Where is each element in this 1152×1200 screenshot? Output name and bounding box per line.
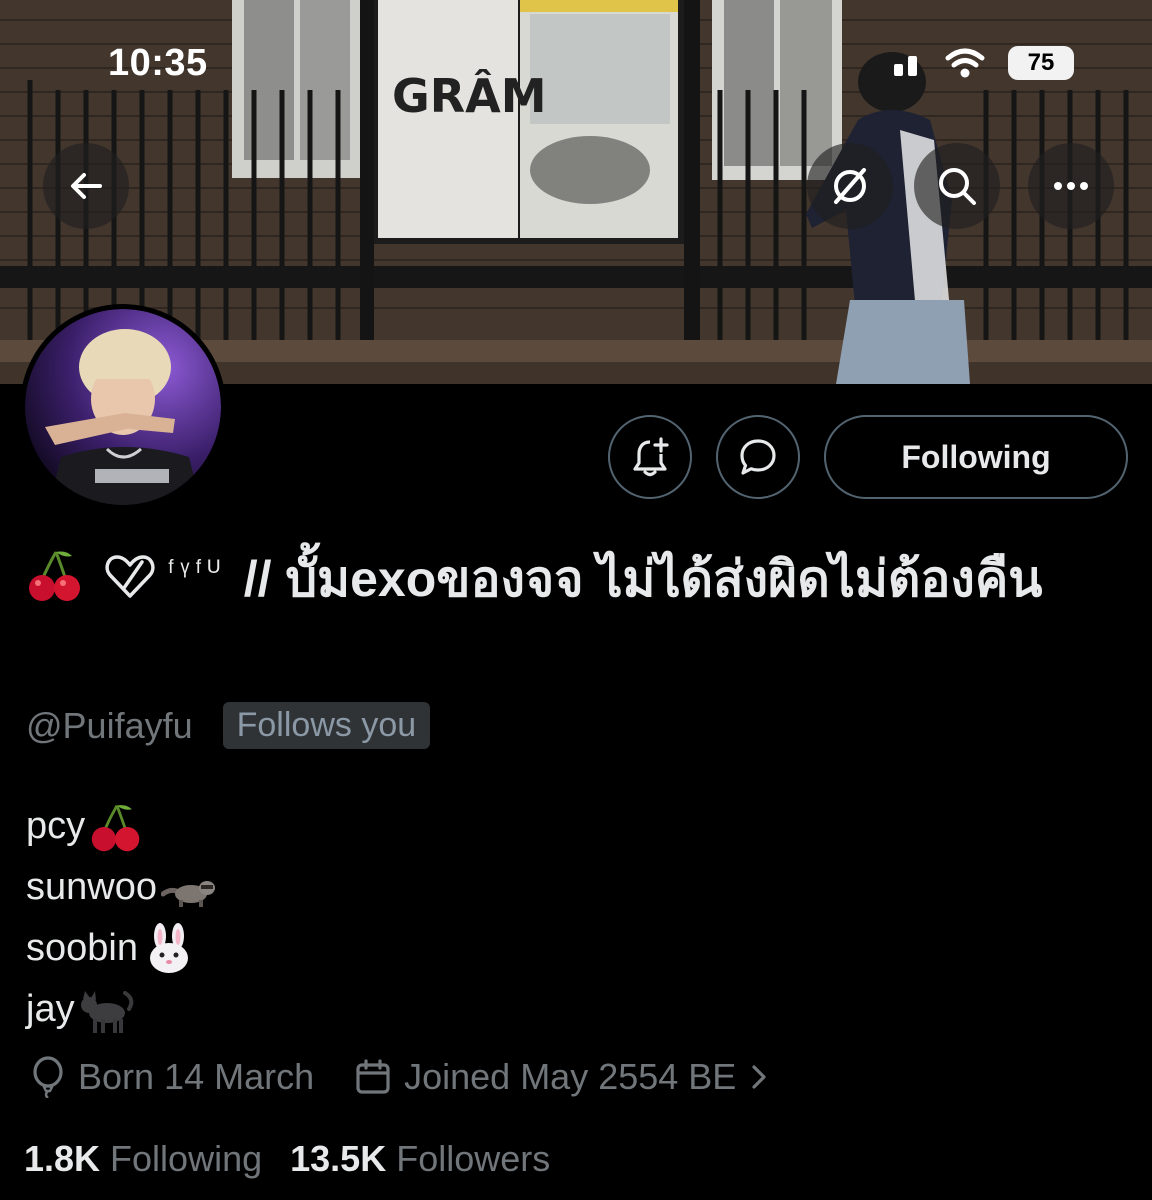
follow-counts: 1.8K Following 13.5K Followers (24, 1138, 550, 1180)
search-button[interactable] (914, 143, 1000, 229)
profile-meta: Born 14 March Joined May 2554 BE (30, 1056, 770, 1098)
display-name: ᶠᵞᶠᵁ // บั้มexoของจจ ไม่ได้ส่งผิดไม่ต้องค… (26, 540, 1136, 610)
followers-count-link[interactable]: 13.5K Followers (290, 1138, 550, 1180)
battery-indicator: 75 (1008, 46, 1074, 80)
bio: pcy sunwoo soobin jay (26, 796, 219, 1040)
bio-text: jay (26, 988, 75, 1030)
svg-text:GRÂM: GRÂM (392, 69, 547, 123)
following-count: 1.8K (24, 1138, 101, 1179)
following-count-label: Following (110, 1138, 263, 1179)
followers-count: 13.5K (290, 1138, 387, 1179)
avatar[interactable] (20, 304, 226, 510)
raccoon-icon (160, 880, 215, 907)
bell-plus-icon (633, 437, 669, 477)
calendar-icon (356, 1059, 390, 1094)
grok-button[interactable] (807, 143, 893, 229)
notify-button[interactable] (608, 415, 692, 499)
signal-icon (894, 56, 917, 76)
birthday-text: Born 14 March (78, 1056, 315, 1097)
user-handle: @Puifayfu (26, 704, 193, 746)
display-name-superscript: ᶠᵞᶠᵁ (167, 555, 226, 586)
heart-outline-icon (105, 555, 155, 598)
black-cat-icon (80, 990, 133, 1033)
bio-text: sunwoo (26, 866, 157, 908)
ellipsis-icon (1054, 182, 1088, 190)
following-count-link[interactable]: 1.8K Following (24, 1138, 262, 1180)
wifi-icon (945, 48, 985, 78)
chat-bubble-icon (740, 439, 776, 475)
back-button[interactable] (43, 143, 129, 229)
bio-line: sunwoo (26, 857, 219, 918)
avatar-photo (25, 309, 221, 505)
display-name-text: // บั้มexoของจจ ไม่ได้ส่งผิดไม่ต้องคืน (243, 551, 1043, 607)
arrow-left-icon (71, 173, 102, 199)
birthday: Born 14 March (30, 1056, 314, 1098)
balloon-icon (33, 1056, 63, 1098)
following-button[interactable]: Following (824, 415, 1128, 499)
grok-slash-icon (834, 168, 866, 204)
search-icon (939, 168, 976, 205)
handle-row: @Puifayfu Follows you (26, 702, 431, 749)
bio-line: pcy (26, 796, 219, 857)
followers-count-label: Followers (396, 1138, 551, 1179)
message-button[interactable] (716, 415, 800, 499)
cherries-icon (91, 804, 140, 851)
chevron-right-icon (752, 1065, 766, 1089)
follows-you-badge: Follows you (222, 702, 431, 749)
bio-text: pcy (26, 805, 86, 847)
rabbit-face-icon (149, 922, 188, 973)
bio-line: jay (26, 979, 219, 1040)
cherries-icon (29, 551, 80, 601)
more-button[interactable] (1028, 143, 1114, 229)
bio-text: soobin (26, 927, 138, 969)
bio-line: soobin (26, 918, 219, 979)
status-icons: 75 (892, 46, 1074, 80)
status-time: 10:35 (108, 42, 208, 84)
joined-date[interactable]: Joined May 2554 BE (354, 1056, 770, 1098)
joined-text: Joined May 2554 BE (404, 1056, 737, 1097)
